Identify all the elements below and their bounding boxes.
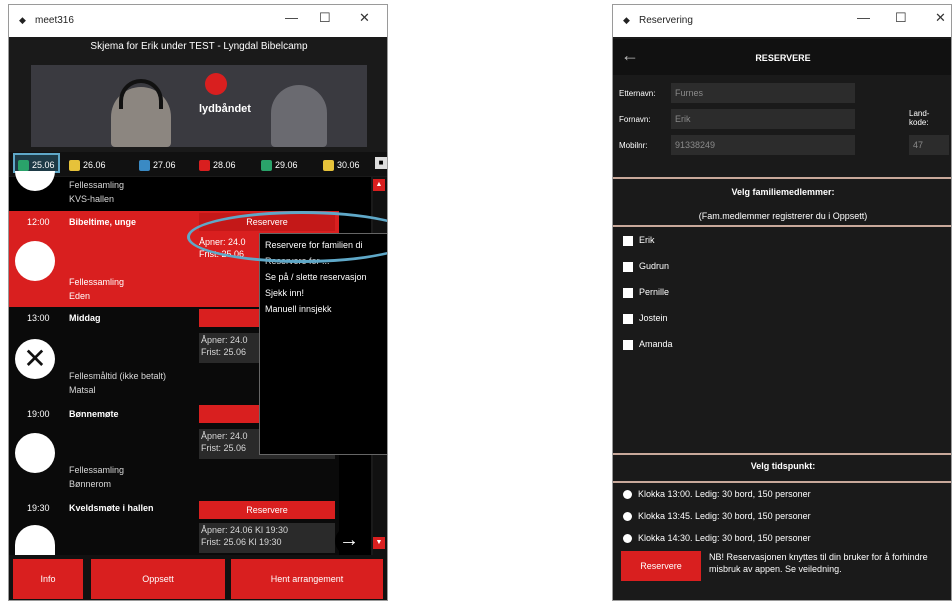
event-time: 12:00 xyxy=(27,217,50,227)
checkbox[interactable] xyxy=(623,313,633,324)
event-title: Middag xyxy=(69,313,101,323)
event-time: 19:00 xyxy=(27,409,50,419)
cutlery-icon: ✕ xyxy=(15,339,55,379)
event-time: 19:30 xyxy=(27,503,50,513)
slot-1430[interactable]: Klokka 14:30. Ledig: 30 bord, 150 person… xyxy=(623,533,811,544)
divider xyxy=(613,225,951,227)
event-title: Kveldsmøte i hallen xyxy=(69,503,154,513)
checkbox[interactable] xyxy=(623,287,633,298)
deadline-label: Frist: 25.06 xyxy=(201,347,247,357)
etternavn-field[interactable]: Furnes xyxy=(671,83,855,103)
window-title: meet316 xyxy=(35,15,74,26)
banner-logo: lydbåndet xyxy=(199,103,251,115)
divider xyxy=(613,481,951,483)
menu-item-manual-checkin[interactable]: Manuell innsjekk xyxy=(265,304,332,314)
scroll-down-button[interactable]: ▼ xyxy=(373,537,385,549)
date-tab-5[interactable]: 29.06 xyxy=(261,155,298,175)
slot-1300[interactable]: Klokka 13:00. Ledig: 30 bord, 150 person… xyxy=(623,489,811,500)
date-tab-4[interactable]: 28.06 xyxy=(199,155,236,175)
opens-label: Åpner: 24.0 xyxy=(201,335,248,345)
date-tab-2[interactable]: 26.06 xyxy=(69,155,106,175)
family-title: Velg familiemedlemmer: xyxy=(731,187,835,197)
page-title: RESERVERE xyxy=(755,53,811,63)
title-bar: ◆ Reservering — ☐ ✕ xyxy=(613,5,951,37)
member-amanda[interactable]: Amanda xyxy=(623,339,673,350)
fornavn-field[interactable]: Erik xyxy=(671,109,855,129)
radio[interactable] xyxy=(623,490,632,500)
divider xyxy=(613,177,951,179)
radio[interactable] xyxy=(623,512,632,522)
event-title: Bibeltime, unge xyxy=(69,217,137,227)
title-bar: ◆ meet316 — ☐ ✕ xyxy=(9,5,387,37)
form-header: Skjema for Erik under TEST - Lyngdal Bib… xyxy=(90,41,308,52)
menu-item-view-delete[interactable]: Se på / slette reservasjon xyxy=(265,272,367,282)
event-sub1: Fellessamling xyxy=(69,465,125,475)
member-gudrun[interactable]: Gudrun xyxy=(623,261,669,272)
date-tab-3[interactable]: 27.06 xyxy=(139,155,176,175)
checkbox[interactable] xyxy=(623,339,633,350)
choir-icon xyxy=(15,433,55,473)
member-pernille[interactable]: Pernille xyxy=(623,287,669,298)
landkode-field[interactable]: 47 xyxy=(909,135,949,155)
reserve-button[interactable]: Reservere xyxy=(199,501,335,519)
fornavn-label: Fornavn: xyxy=(619,115,651,124)
minimize-button[interactable]: — xyxy=(285,10,298,25)
member-erik[interactable]: Erik xyxy=(623,235,655,246)
event-sub2: Matsal xyxy=(69,385,96,395)
window-title: Reservering xyxy=(639,15,693,26)
time-title: Velg tidspunkt: xyxy=(750,461,816,471)
opens-label: Åpner: 24.0 xyxy=(201,431,248,441)
event-title: Bønnemøte xyxy=(69,409,119,419)
choir-icon xyxy=(15,241,55,281)
fetch-events-button[interactable]: Hent arrangement xyxy=(231,559,383,599)
context-menu: Reservere for familien di Reservere for … xyxy=(259,233,387,455)
checkbox[interactable] xyxy=(623,261,633,272)
mobil-field[interactable]: 91338249 xyxy=(671,135,855,155)
settings-button[interactable]: Oppsett xyxy=(91,559,225,599)
maximize-button[interactable]: ☐ xyxy=(319,10,331,26)
mobil-label: Mobilnr: xyxy=(619,141,648,150)
deadline-label: Frist: 25.06 Kl 19:30 xyxy=(201,537,282,547)
top-item-line2: KVS-hallen xyxy=(69,194,115,204)
close-button[interactable]: ✕ xyxy=(935,10,946,26)
deadline-label: Frist: 25.06 xyxy=(201,443,247,453)
event-sub1: Fellesmåltid (ikke betalt) xyxy=(69,371,167,381)
radio[interactable] xyxy=(623,534,632,544)
top-item-line1: Fellessamling xyxy=(69,180,125,190)
landkode-label: Land-kode: xyxy=(909,109,930,127)
opens-label: Åpner: 24.06 Kl 19:30 xyxy=(201,525,289,535)
reservation-note: NB! Reservasjonen knyttes til din bruker… xyxy=(709,552,928,574)
menu-item-checkin[interactable]: Sjekk inn! xyxy=(265,288,304,298)
logo-icon xyxy=(205,73,227,95)
date-tab-1[interactable]: 25.06 xyxy=(13,153,60,173)
slot-1345[interactable]: Klokka 13:45. Ledig: 30 bord, 150 person… xyxy=(623,511,811,522)
etternavn-label: Etternavn: xyxy=(619,89,656,98)
arrow-right-icon[interactable]: → xyxy=(335,527,363,555)
date-tab-6[interactable]: 30.06 xyxy=(323,155,360,175)
divider xyxy=(613,453,951,455)
checkbox[interactable] xyxy=(623,235,633,246)
meet-window: ◆ meet316 — ☐ ✕ Skjema for Erik under TE… xyxy=(8,4,388,601)
member-jostein[interactable]: Jostein xyxy=(623,313,668,324)
event-time: 13:00 xyxy=(27,313,50,323)
scroll-up-button[interactable]: ▲ xyxy=(373,179,385,191)
maximize-button[interactable]: ☐ xyxy=(895,10,907,26)
event-sub1: Fellessamling xyxy=(69,277,125,287)
minimize-button[interactable]: — xyxy=(857,10,870,25)
reserve-button[interactable]: Reservere xyxy=(621,551,701,581)
date-scroll-icon[interactable]: ■ xyxy=(375,157,387,169)
headphones-icon xyxy=(119,79,163,109)
reservation-window: ◆ Reservering — ☐ ✕ ← RESERVERE Etternav… xyxy=(612,4,952,601)
event-sub2: Eden xyxy=(69,291,91,301)
event-sub2: Bønnerom xyxy=(69,479,112,489)
family-subtitle: (Fam.medlemmer registrerer du i Oppsett) xyxy=(698,211,868,221)
info-button[interactable]: Info xyxy=(13,559,83,599)
banner-image: lydbåndet xyxy=(31,65,367,147)
close-button[interactable]: ✕ xyxy=(359,10,370,26)
app-icon: ◆ xyxy=(19,15,26,25)
app-icon: ◆ xyxy=(623,15,630,25)
